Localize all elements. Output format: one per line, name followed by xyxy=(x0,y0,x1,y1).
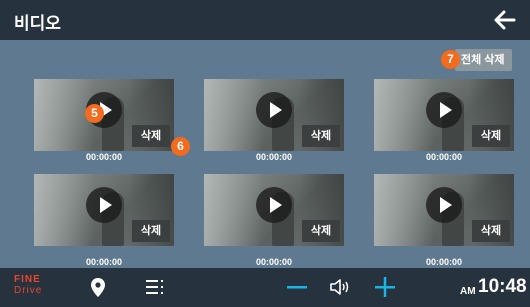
callout-badge-delete: 6 xyxy=(171,137,190,156)
thumbnail-image xyxy=(204,79,264,151)
menu-icon[interactable] xyxy=(146,279,165,295)
video-thumbnail-1[interactable]: 삭제 xyxy=(34,79,174,151)
volume-down-icon[interactable] xyxy=(287,286,307,290)
thumbnail-image xyxy=(374,79,434,151)
delete-button[interactable]: 삭제 xyxy=(132,220,170,242)
title-bar: 비디오 xyxy=(0,0,530,40)
video-timestamp: 00:00:00 xyxy=(425,257,463,267)
finedrive-logo: FINE Drive xyxy=(14,274,42,296)
video-thumbnail-3[interactable]: 삭제 xyxy=(374,79,514,151)
play-icon xyxy=(270,102,282,118)
arrow-left-icon xyxy=(494,10,516,30)
video-thumbnail-2[interactable]: 삭제 xyxy=(204,79,344,151)
video-timestamp: 00:00:00 xyxy=(255,257,293,267)
delete-all-button[interactable]: 전체 삭제 xyxy=(455,49,512,71)
back-button[interactable] xyxy=(490,6,520,34)
video-timestamp: 00:00:00 xyxy=(425,152,463,162)
location-pin-icon[interactable] xyxy=(91,278,105,297)
thumbnail-image xyxy=(34,174,94,246)
video-timestamp: 00:00:00 xyxy=(255,152,293,162)
video-thumbnail-6[interactable]: 삭제 xyxy=(374,174,514,246)
play-icon xyxy=(440,102,452,118)
play-icon xyxy=(270,197,282,213)
thumbnail-image xyxy=(374,174,434,246)
clock-ampm: AM xyxy=(460,286,476,297)
speaker-icon xyxy=(330,279,349,295)
page-title: 비디오 xyxy=(14,14,61,33)
play-button[interactable] xyxy=(426,92,462,128)
delete-button[interactable]: 삭제 xyxy=(302,220,340,242)
play-button[interactable] xyxy=(426,187,462,223)
thumbnail-image xyxy=(204,174,264,246)
video-timestamp: 00:00:00 xyxy=(85,152,123,162)
video-timestamp: 00:00:00 xyxy=(85,257,123,267)
delete-button[interactable]: 삭제 xyxy=(132,125,170,147)
play-icon xyxy=(440,197,452,213)
callout-badge-delete-all: 7 xyxy=(441,50,460,69)
delete-button[interactable]: 삭제 xyxy=(302,125,340,147)
delete-button[interactable]: 삭제 xyxy=(472,125,510,147)
logo-text-line1: FINE xyxy=(14,274,41,285)
play-button[interactable] xyxy=(86,187,122,223)
play-icon xyxy=(100,197,112,213)
delete-button[interactable]: 삭제 xyxy=(472,220,510,242)
volume-up-icon[interactable] xyxy=(375,277,395,297)
video-thumbnail-5[interactable]: 삭제 xyxy=(204,174,344,246)
play-button[interactable] xyxy=(256,92,292,128)
callout-badge-play: 5 xyxy=(85,104,104,123)
logo-text-line2: Drive xyxy=(14,285,43,296)
bottom-bar: FINE Drive AM 10:48 xyxy=(0,268,530,307)
video-thumbnail-4[interactable]: 삭제 xyxy=(34,174,174,246)
play-button[interactable] xyxy=(256,187,292,223)
clock-time: 10:48 xyxy=(478,276,527,297)
